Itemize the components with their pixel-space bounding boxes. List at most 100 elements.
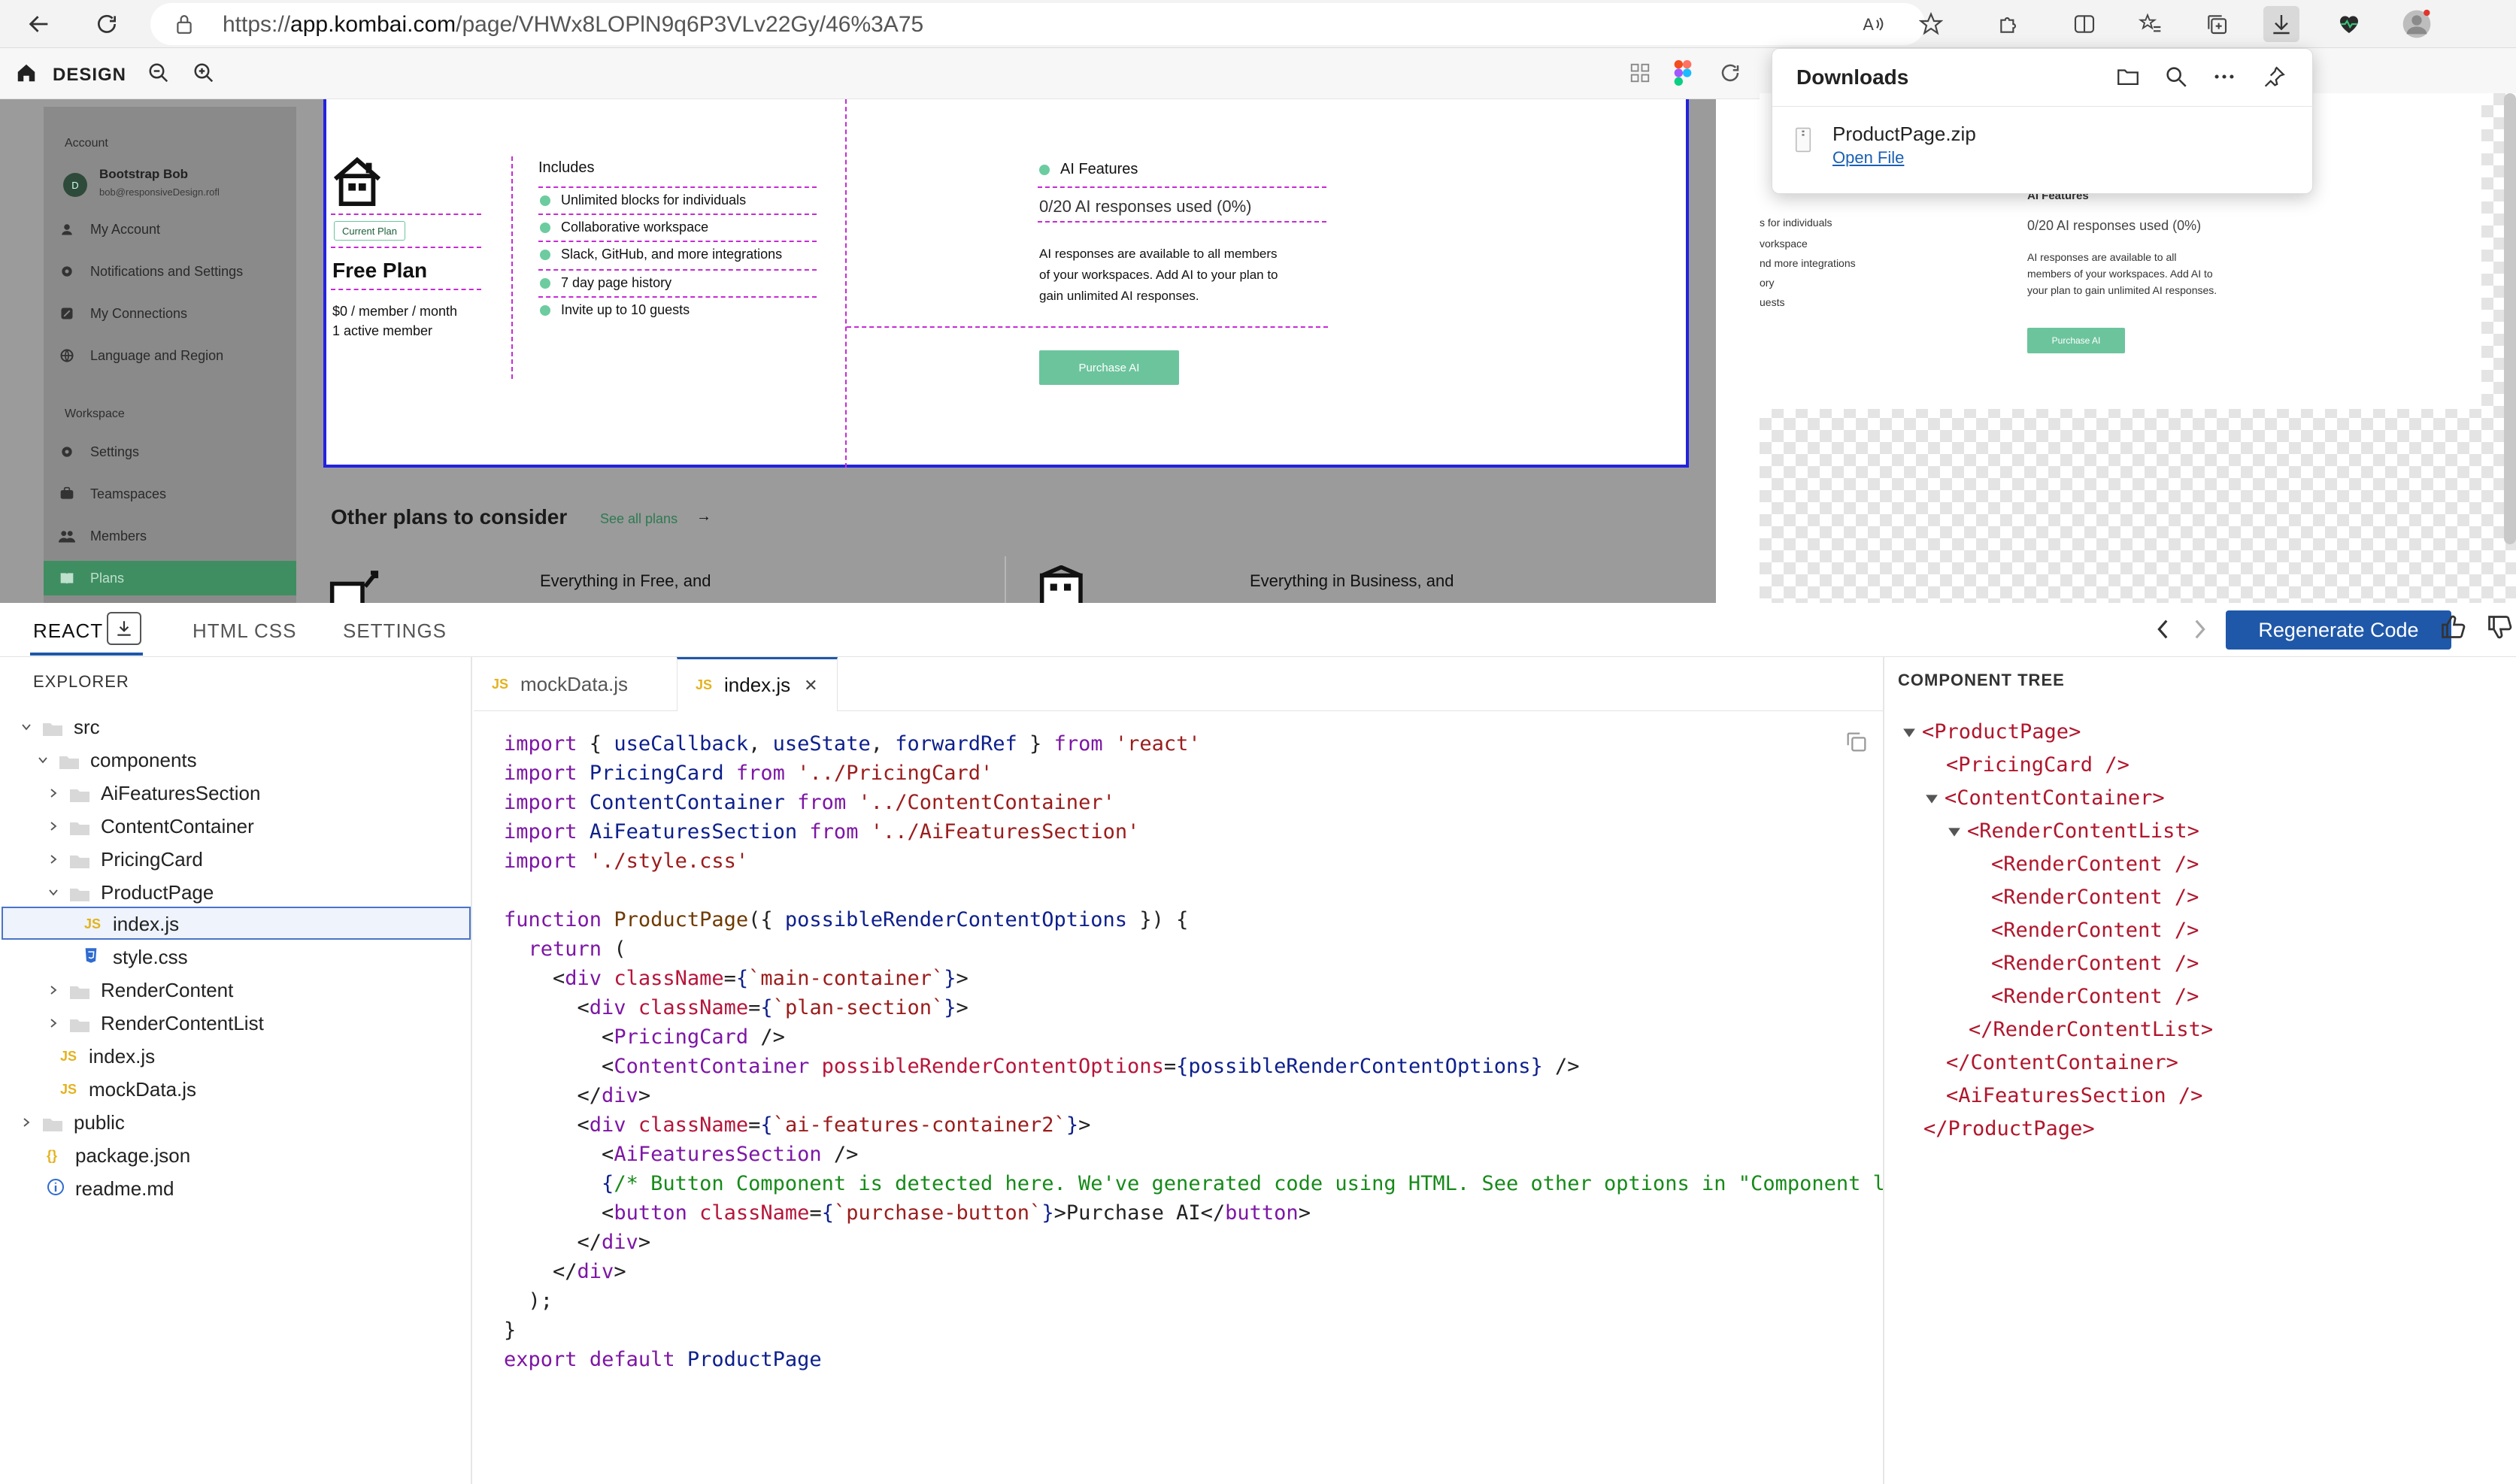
open-folder-icon[interactable]	[2115, 64, 2141, 93]
tree-item-public[interactable]: public	[18, 1107, 125, 1138]
profile-button[interactable]	[2399, 6, 2435, 42]
tree-item-rendercontentlist[interactable]: RenderContentList	[45, 1007, 264, 1039]
address-bar[interactable]: https://app.kombai.com/page/VHWx8LOPlN9q…	[150, 3, 1925, 45]
tree-item-rendercontent[interactable]: RenderContent	[45, 974, 233, 1006]
zoom-in-icon[interactable]	[192, 62, 215, 88]
component-tree-node[interactable]: <ContentContainer>	[1925, 786, 2165, 810]
js-file-icon: JS	[492, 676, 509, 692]
tab-react[interactable]: REACT	[33, 619, 103, 643]
selected-row-highlight	[2, 907, 471, 940]
tree-item-index-js[interactable]: JS index.js	[60, 1040, 155, 1072]
more-options-icon[interactable]	[2211, 64, 2237, 93]
user-email: bob@responsiveDesign.rofl	[99, 186, 220, 198]
component-tree-node[interactable]: <ProductPage>	[1902, 720, 2081, 744]
tree-item-style-css[interactable]: style.css	[84, 941, 188, 973]
back-button[interactable]	[21, 6, 57, 42]
tree-item-contentcontainer[interactable]: ContentContainer	[45, 810, 254, 842]
regenerate-code-button[interactable]: Regenerate Code	[2226, 610, 2451, 650]
component-tree-node[interactable]: <RenderContent />	[1991, 985, 2199, 1008]
chevron-down-icon[interactable]	[1925, 786, 1939, 810]
chevron-right-icon[interactable]	[2190, 616, 2209, 646]
component-tree-node[interactable]: <RenderContentList>	[1948, 819, 2199, 843]
component-tree-node[interactable]: </ContentContainer>	[1946, 1051, 2178, 1074]
design-canvas[interactable]: Account D Bootstrap Bob bob@responsiveDe…	[0, 99, 1716, 603]
editor-tab-mockdata[interactable]: JS mockData.js	[474, 657, 677, 711]
zoom-out-icon[interactable]	[147, 62, 170, 88]
tree-item-readme-md[interactable]: readme.md	[47, 1173, 174, 1204]
tree-item-components[interactable]: components	[35, 744, 197, 776]
tree-item-src[interactable]: src	[18, 711, 100, 743]
tree-item-package-json[interactable]: {} package.json	[47, 1140, 190, 1171]
preview-scrollbar[interactable]	[2504, 93, 2516, 544]
extensions-button[interactable]	[1991, 6, 2027, 42]
chevron-right-icon	[45, 785, 62, 801]
tree-item-mockdata-js[interactable]: JS mockData.js	[60, 1074, 196, 1105]
search-icon[interactable]	[2163, 64, 2189, 93]
design-label[interactable]: DESIGN	[53, 65, 126, 86]
grid-icon[interactable]	[1629, 62, 1651, 88]
avatar-icon	[2402, 9, 2431, 38]
download-code-button[interactable]	[107, 612, 141, 645]
canvas-sidebar: Account D Bootstrap Bob bob@responsiveDe…	[44, 107, 296, 603]
thumbs-down-icon[interactable]	[2486, 613, 2513, 644]
url-text: https://app.kombai.com/page/VHWx8LOPlN9q…	[223, 12, 924, 37]
sidebar-item-teamspaces[interactable]: Teamspaces	[59, 477, 284, 511]
see-all-plans-link[interactable]: See all plans	[600, 511, 678, 527]
tree-item-productpage-index-js[interactable]: JS index.js	[84, 908, 179, 940]
purchase-ai-button[interactable]: Purchase AI	[1039, 350, 1179, 385]
downloads-button[interactable]	[2263, 6, 2299, 42]
open-file-link[interactable]: Open File	[1832, 148, 1904, 168]
sidebar-item-plans[interactable]: Plans	[44, 561, 296, 595]
close-icon[interactable]: ✕	[804, 676, 817, 695]
component-tree-node[interactable]: <RenderContent />	[1991, 853, 2199, 876]
tree-item-aifeaturessection[interactable]: AiFeaturesSection	[45, 777, 260, 809]
chevron-down-icon[interactable]	[1948, 819, 1961, 843]
chevron-left-icon[interactable]	[2154, 616, 2173, 646]
sidebar-item-settings[interactable]: Settings	[59, 435, 284, 469]
tree-item-productpage[interactable]: ProductPage	[45, 877, 214, 908]
code-line: import PricingCard from '../PricingCard'	[504, 762, 993, 785]
refresh-button[interactable]	[89, 6, 125, 42]
copy-icon[interactable]	[1844, 729, 1869, 759]
check-icon	[540, 277, 550, 289]
preview-purchase-button[interactable]: Purchase AI	[2027, 328, 2125, 353]
code-line: return (	[528, 937, 626, 961]
svg-text:A: A	[1863, 16, 1874, 35]
preview-desc: AI responses are available to all	[2027, 251, 2177, 263]
component-tree-node[interactable]: <RenderContent />	[1991, 952, 2199, 975]
figma-icon[interactable]	[1674, 60, 1692, 89]
tree-item-pricingcard[interactable]: PricingCard	[45, 843, 203, 875]
tab-html-css[interactable]: HTML CSS	[192, 619, 297, 643]
health-button[interactable]	[2331, 6, 2367, 42]
check-icon	[540, 195, 550, 206]
home-icon[interactable]	[15, 62, 38, 88]
editor-tab-index[interactable]: JS index.js ✕	[677, 657, 838, 711]
chevron-right-icon	[45, 818, 62, 834]
component-tree-node[interactable]: </ProductPage>	[1923, 1117, 2095, 1140]
split-screen-button[interactable]	[2066, 6, 2102, 42]
sidebar-item-notifications[interactable]: Notifications and Settings	[59, 254, 284, 289]
component-tree-node[interactable]: <AiFeaturesSection />	[1946, 1084, 2202, 1107]
user-name: Bootstrap Bob	[99, 167, 189, 181]
component-tree-node[interactable]: </RenderContentList>	[1969, 1018, 2213, 1041]
ai-dot-icon	[1039, 164, 1050, 175]
sidebar-item-my-account[interactable]: My Account	[59, 212, 284, 247]
collections-button[interactable]	[2199, 6, 2235, 42]
connections-icon	[59, 305, 75, 322]
sidebar-item-language[interactable]: Language and Region	[59, 338, 284, 373]
pin-icon[interactable]	[2261, 64, 2287, 93]
component-tree-node[interactable]: <RenderContent />	[1991, 886, 2199, 909]
include-item: Invite up to 10 guests	[540, 302, 690, 318]
thumbs-up-icon[interactable]	[2439, 613, 2466, 644]
component-tree-node[interactable]: <PricingCard />	[1946, 753, 2130, 777]
tab-settings[interactable]: SETTINGS	[343, 619, 447, 643]
favorite-button[interactable]	[1913, 6, 1949, 42]
teamspaces-icon	[59, 486, 75, 502]
chevron-down-icon[interactable]	[1902, 720, 1916, 744]
refresh-design-icon[interactable]	[1719, 62, 1741, 88]
favorites-button[interactable]	[2133, 6, 2169, 42]
sidebar-item-members[interactable]: Members	[59, 519, 284, 553]
read-aloud-button[interactable]: A	[1856, 6, 1892, 42]
component-tree-node[interactable]: <RenderContent />	[1991, 919, 2199, 942]
sidebar-item-connections[interactable]: My Connections	[59, 296, 284, 331]
